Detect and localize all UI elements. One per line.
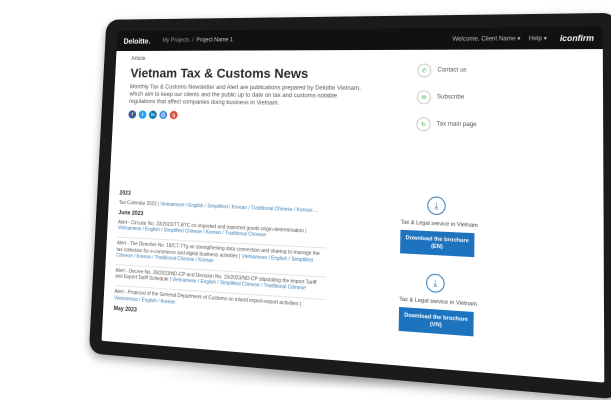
iconfirm-logo[interactable]: iconfirm <box>560 33 594 42</box>
google-plus-icon[interactable]: g <box>169 110 178 120</box>
facebook-icon[interactable]: f <box>128 110 137 119</box>
welcome-menu[interactable]: Welcome, Client Name ▾ <box>452 35 520 42</box>
right-links: ✆ Contact us ✉ Subscribe ↻ Tax main page <box>416 63 531 147</box>
breadcrumb: My Projects / Project Name 1 <box>162 37 233 44</box>
subscribe-label: Subscribe <box>436 94 465 101</box>
contact-us-link[interactable]: ✆ Contact us <box>417 63 530 78</box>
article-intro: Monthly Tax & Customs Newsletter and Ale… <box>128 83 361 107</box>
tablet-screen: Deloitte. My Projects / Project Name 1 Wel… <box>101 26 605 383</box>
phone-icon: ✆ <box>417 63 432 78</box>
email-icon[interactable]: @ <box>159 110 168 120</box>
help-menu[interactable]: Help ▾ <box>529 35 547 42</box>
breadcrumb-my-projects[interactable]: My Projects <box>162 38 189 44</box>
download-brochure-en-button[interactable]: Download the brochure (EN) <box>400 229 475 258</box>
publications-list: 2023 Tax Calendar 2023 | Vietnamese / En… <box>113 187 328 331</box>
download-icon: ⤓ <box>427 196 446 216</box>
download-block-en: ⤓ Tax & Legal service in Vietnam Downloa… <box>400 195 504 258</box>
tax-main-page-link[interactable]: ↻ Tax main page <box>416 117 530 133</box>
tablet-device: Deloitte. My Projects / Project Name 1 Wel… <box>88 12 611 400</box>
download-icon: ⤓ <box>425 273 445 294</box>
link-icon: ↻ <box>416 117 431 132</box>
article-kicker: Article <box>131 56 146 62</box>
linkedin-icon[interactable]: in <box>148 110 157 119</box>
twitter-icon[interactable]: t <box>138 110 147 119</box>
tax-main-page-label: Tax main page <box>436 121 477 129</box>
breadcrumb-project-name[interactable]: Project Name 1 <box>196 38 233 44</box>
contact-us-label: Contact us <box>437 67 467 74</box>
download-brochure-vn-button[interactable]: Download the brochure (VN) <box>398 306 474 337</box>
deloitte-logo[interactable]: Deloitte. <box>123 37 150 45</box>
subscribe-icon: ✉ <box>416 90 432 105</box>
download-title: Tax & Legal service in Vietnam <box>400 219 478 230</box>
subscribe-link[interactable]: ✉ Subscribe <box>416 90 531 105</box>
top-navigation-bar: Deloitte. My Projects / Project Name 1 Wel… <box>116 26 603 52</box>
list-item: Alert - Decree No. 26/2023/ND-CP and Dec… <box>115 268 326 294</box>
tax-calendar-label: Tax Calendar 2023 | <box>118 199 161 207</box>
download-block-vn: ⤓ Tax & Legal service in Vietnam Downloa… <box>398 272 504 339</box>
downloads-panel: ⤓ Tax & Legal service in Vietnam Downloa… <box>398 195 504 358</box>
